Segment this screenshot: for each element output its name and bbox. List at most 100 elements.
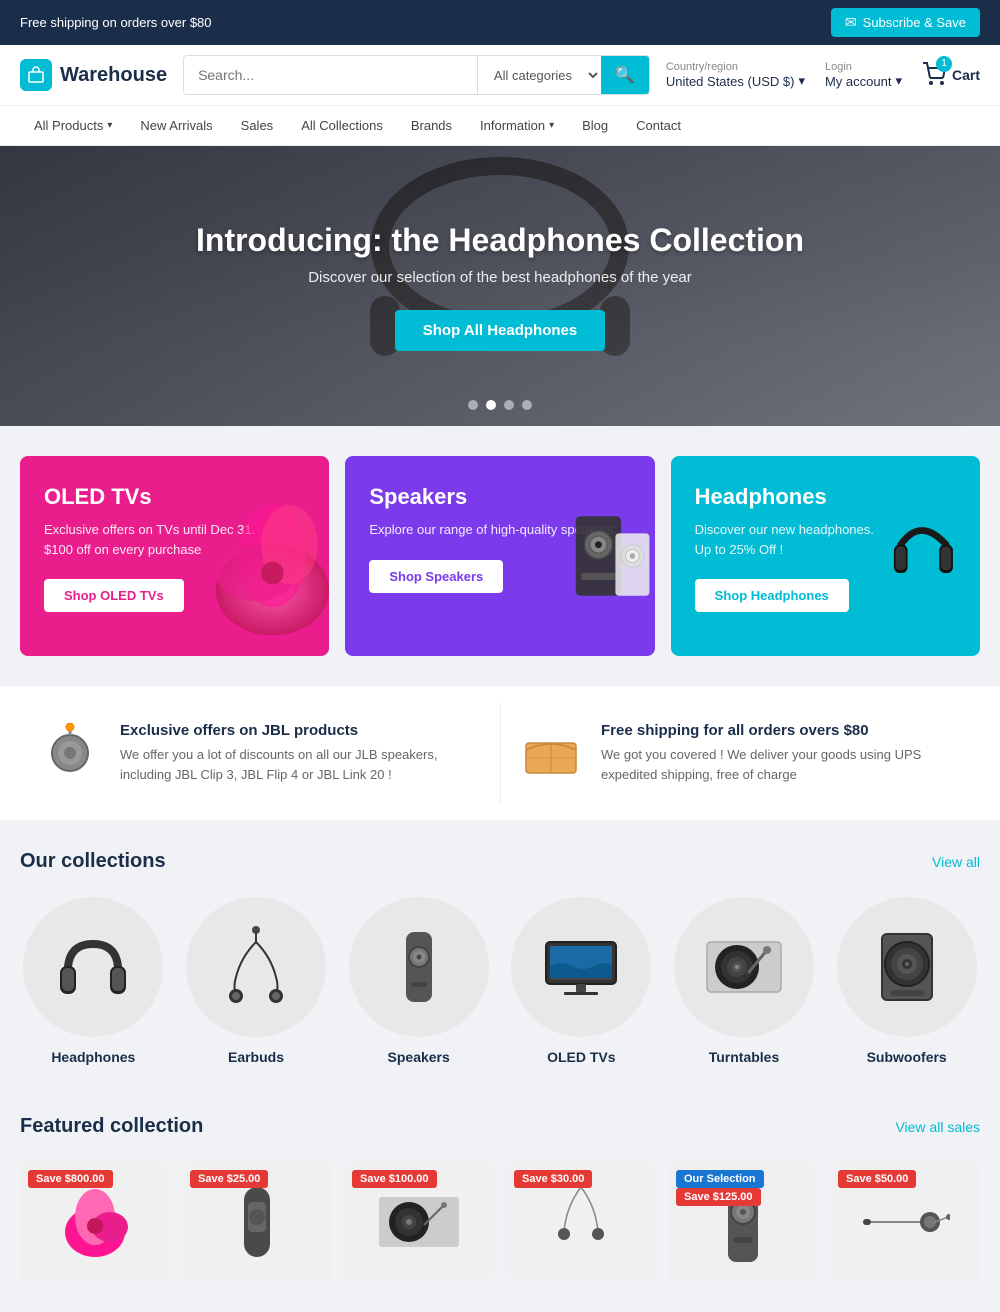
- collection-circle-headphones: [23, 897, 163, 1037]
- product-badge-2: Save $25.00: [190, 1170, 268, 1188]
- cart-badge: 1: [936, 56, 952, 72]
- collection-item-oled-tvs[interactable]: OLED TVs: [508, 897, 655, 1065]
- featured-view-all[interactable]: View all sales: [895, 1119, 980, 1135]
- info-shipping-title: Free shipping for all orders overs $80: [601, 722, 960, 739]
- product-img-1: Save $800.00: [20, 1162, 170, 1282]
- search-bar: All categories 🔍: [183, 55, 650, 95]
- hero-subtitle: Discover our selection of the best headp…: [196, 269, 804, 286]
- featured-title: Featured collection: [20, 1115, 203, 1138]
- promo-oled-image: [159, 456, 329, 656]
- nav-item-all-products[interactable]: All Products ▾: [20, 106, 126, 145]
- featured-grid: Save $800.00 Save $25.00: [20, 1162, 980, 1282]
- product-badge-5a: Our Selection: [676, 1170, 764, 1188]
- hero-dots: [468, 400, 532, 410]
- product-img-6: Save $50.00: [830, 1162, 980, 1282]
- jbl-icon: [40, 723, 100, 783]
- product-badge-6: Save $50.00: [838, 1170, 916, 1188]
- nav-item-new-arrivals[interactable]: New Arrivals: [126, 106, 226, 145]
- chevron-down-icon: ▾: [798, 73, 805, 89]
- collections-view-all[interactable]: View all: [932, 854, 980, 870]
- main-nav: All Products ▾ New Arrivals Sales All Co…: [0, 106, 1000, 146]
- nav-item-contact[interactable]: Contact: [622, 106, 695, 145]
- header-right: Country/region United States (USD $) ▾ L…: [666, 61, 980, 89]
- product-card-3[interactable]: Save $100.00: [344, 1162, 494, 1282]
- collection-item-turntables[interactable]: Turntables: [671, 897, 818, 1065]
- collection-label-subwoofers: Subwoofers: [867, 1049, 947, 1065]
- collection-item-subwoofers[interactable]: Subwoofers: [833, 897, 980, 1065]
- product-card-2[interactable]: Save $25.00: [182, 1162, 332, 1282]
- search-button[interactable]: 🔍: [601, 56, 649, 94]
- product-badge-5b: Save $125.00: [676, 1188, 761, 1206]
- promo-headphones-image: [810, 456, 980, 656]
- product-card-5[interactable]: Our Selection Save $125.00: [668, 1162, 818, 1282]
- collections-section: Our collections View all Headphones: [0, 820, 1000, 1095]
- hero-cta-button[interactable]: Shop All Headphones: [395, 310, 605, 351]
- collection-item-headphones[interactable]: Headphones: [20, 897, 167, 1065]
- country-selector[interactable]: Country/region United States (USD $) ▾: [666, 61, 805, 89]
- hero-title: Introducing: the Headphones Collection: [196, 222, 804, 259]
- subscribe-button[interactable]: ✉ Subscribe & Save: [831, 8, 980, 37]
- collection-circle-turntables: [674, 897, 814, 1037]
- info-jbl-desc: We offer you a lot of discounts on all o…: [120, 745, 480, 784]
- nav-item-sales[interactable]: Sales: [227, 106, 288, 145]
- product-badge-4: Save $30.00: [514, 1170, 592, 1188]
- logo-icon: [20, 59, 52, 91]
- header: Warehouse All categories 🔍 Country/regio…: [0, 45, 1000, 106]
- product-card-1[interactable]: Save $800.00: [20, 1162, 170, 1282]
- chevron-down-icon: ▾: [895, 73, 902, 89]
- promo-speakers-button[interactable]: Shop Speakers: [369, 560, 503, 593]
- collection-label-headphones: Headphones: [51, 1049, 135, 1065]
- hero-dot-2[interactable]: [486, 400, 496, 410]
- collection-item-speakers[interactable]: Speakers: [345, 897, 492, 1065]
- email-icon: ✉: [845, 14, 857, 31]
- nav-item-all-collections[interactable]: All Collections: [287, 106, 397, 145]
- nav-item-brands[interactable]: Brands: [397, 106, 466, 145]
- collections-header: Our collections View all: [20, 850, 980, 873]
- promo-speakers-image: [485, 456, 655, 656]
- login-info[interactable]: Login My account ▾: [825, 61, 902, 89]
- hero-banner: Introducing: the Headphones Collection D…: [0, 146, 1000, 426]
- top-bar: Free shipping on orders over $80 ✉ Subsc…: [0, 0, 1000, 45]
- hero-content: Introducing: the Headphones Collection D…: [196, 222, 804, 351]
- collections-grid: Headphones Earbuds: [20, 897, 980, 1065]
- featured-section: Featured collection View all sales Save …: [0, 1095, 1000, 1312]
- collection-circle-speakers: [349, 897, 489, 1037]
- collection-item-earbuds[interactable]: Earbuds: [183, 897, 330, 1065]
- shipping-icon: [521, 723, 581, 783]
- collection-circle-earbuds: [186, 897, 326, 1037]
- collection-circle-subwoofers: [837, 897, 977, 1037]
- product-badge-1: Save $800.00: [28, 1170, 113, 1188]
- info-shipping-desc: We got you covered ! We deliver your goo…: [601, 745, 960, 784]
- product-img-5: Our Selection Save $125.00: [668, 1162, 818, 1282]
- collection-circle-oled-tvs: [511, 897, 651, 1037]
- info-banners: Exclusive offers on JBL products We offe…: [0, 686, 1000, 820]
- featured-header: Featured collection View all sales: [20, 1115, 980, 1138]
- collection-label-earbuds: Earbuds: [228, 1049, 284, 1065]
- product-card-4[interactable]: Save $30.00: [506, 1162, 656, 1282]
- hero-dot-4[interactable]: [522, 400, 532, 410]
- hero-dot-1[interactable]: [468, 400, 478, 410]
- promo-card-oled: OLED TVs Exclusive offers on TVs until D…: [20, 456, 329, 656]
- logo[interactable]: Warehouse: [20, 59, 167, 91]
- info-shipping-text: Free shipping for all orders overs $80 W…: [601, 722, 960, 784]
- cart-button[interactable]: 1 Cart: [922, 62, 980, 89]
- product-img-2: Save $25.00: [182, 1162, 332, 1282]
- hero-dot-3[interactable]: [504, 400, 514, 410]
- chevron-down-icon: ▾: [107, 120, 112, 131]
- search-input[interactable]: [184, 56, 477, 94]
- promo-card-speakers: Speakers Explore our range of high-quali…: [345, 456, 654, 656]
- info-jbl-title: Exclusive offers on JBL products: [120, 722, 480, 739]
- collection-label-oled-tvs: OLED TVs: [547, 1049, 615, 1065]
- product-card-6[interactable]: Save $50.00: [830, 1162, 980, 1282]
- info-card-shipping: Free shipping for all orders overs $80 W…: [500, 702, 980, 804]
- collections-title: Our collections: [20, 850, 166, 873]
- shipping-notice: Free shipping on orders over $80: [20, 15, 212, 30]
- product-img-3: Save $100.00: [344, 1162, 494, 1282]
- chevron-down-icon: ▾: [549, 120, 554, 131]
- search-category-select[interactable]: All categories: [477, 56, 601, 94]
- nav-item-blog[interactable]: Blog: [568, 106, 622, 145]
- info-card-jbl: Exclusive offers on JBL products We offe…: [20, 702, 500, 804]
- cart-icon-wrap: 1: [922, 62, 946, 89]
- nav-item-information[interactable]: Information ▾: [466, 106, 568, 145]
- promo-card-headphones: Headphones Discover our new headphones.U…: [671, 456, 980, 656]
